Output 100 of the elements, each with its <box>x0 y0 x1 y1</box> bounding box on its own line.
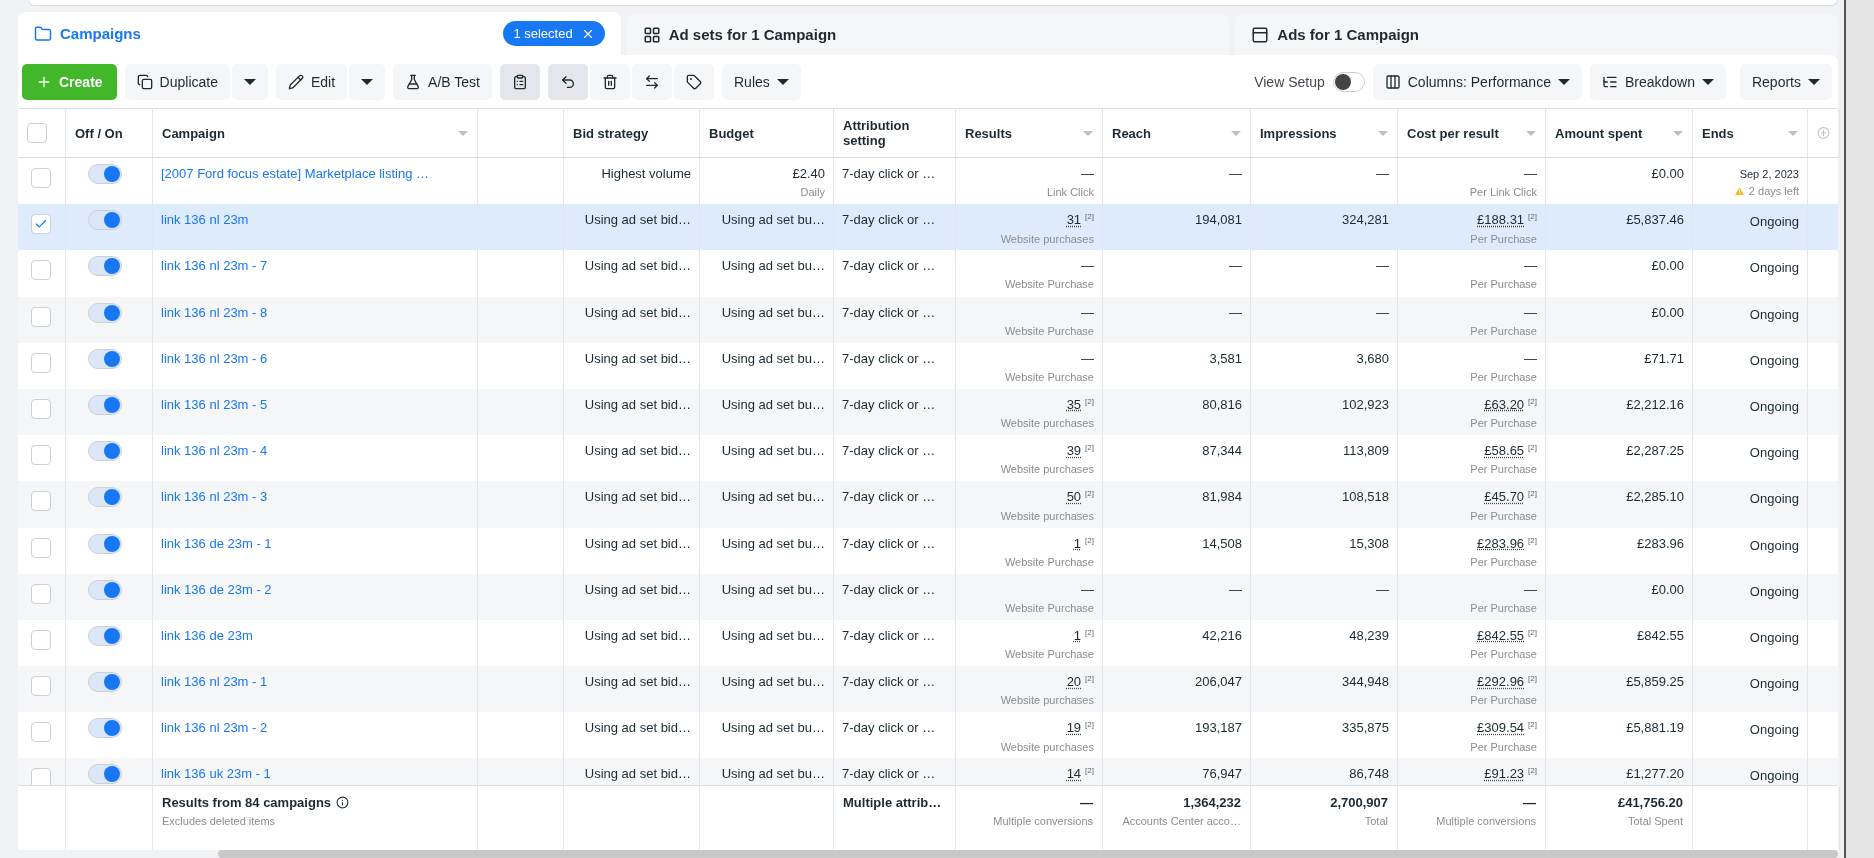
tag-button[interactable] <box>674 64 714 100</box>
checkbox[interactable] <box>31 629 51 650</box>
checkbox[interactable] <box>31 168 51 188</box>
campaign-link[interactable]: link 136 nl 23m - 6 <box>161 350 268 366</box>
campaign-link[interactable]: link 136 nl 23m - 7 <box>161 258 268 274</box>
duplicate-button[interactable]: Duplicate <box>124 64 230 100</box>
column-header[interactable]: Campaign <box>162 125 225 141</box>
reports-button[interactable]: Reports <box>1739 64 1832 100</box>
footnote-marker: [2] <box>1528 766 1537 776</box>
horizontal-scrollbar[interactable] <box>218 850 1838 858</box>
checkbox[interactable] <box>31 306 51 327</box>
campaign-link[interactable]: link 136 de 23m <box>161 627 253 643</box>
metric-value: Using ad set bu… <box>721 535 825 551</box>
undo-button[interactable] <box>548 64 588 100</box>
sort-caret-icon[interactable] <box>1378 130 1388 136</box>
campaign-link[interactable]: link 136 nl 23m - 4 <box>161 443 268 459</box>
checkbox[interactable] <box>27 123 47 143</box>
dropdown-button[interactable] <box>231 64 268 100</box>
campaign-toggle[interactable] <box>88 210 122 231</box>
checkbox[interactable] <box>31 583 51 604</box>
column-header[interactable]: Ends <box>1702 125 1734 141</box>
campaign-toggle[interactable] <box>88 256 122 277</box>
breakdown-button[interactable]: Breakdown <box>1589 64 1726 100</box>
checkbox[interactable] <box>31 537 51 558</box>
sort-caret-icon[interactable] <box>1673 130 1683 136</box>
campaign-link[interactable]: link 136 nl 23m - 2 <box>161 720 268 736</box>
column-header[interactable]: Attribution setting <box>843 118 946 148</box>
campaign-link[interactable]: link 136 de 23m - 1 <box>161 535 272 551</box>
campaign-link[interactable]: link 136 nl 23m - 8 <box>161 304 268 320</box>
campaign-toggle[interactable] <box>88 625 122 646</box>
campaign-link[interactable]: link 136 nl 23m - 5 <box>161 396 268 412</box>
column-header[interactable]: Reach <box>1112 125 1152 141</box>
campaign-toggle[interactable] <box>88 348 122 369</box>
sort-caret-icon[interactable] <box>1083 130 1093 136</box>
footnote-marker: [2] <box>1528 535 1537 545</box>
column-header[interactable]: Budget <box>709 125 754 141</box>
campaign-toggle[interactable] <box>88 164 122 184</box>
summary-value: 1,364,232 <box>1183 795 1241 810</box>
swap-button[interactable] <box>632 64 672 100</box>
column-header[interactable]: Off / On <box>75 125 123 141</box>
campaign-toggle[interactable] <box>88 672 122 693</box>
campaign-toggle[interactable] <box>88 441 122 462</box>
metric-value: — <box>1524 304 1537 320</box>
column-header[interactable]: Results <box>965 125 1012 141</box>
metric-value: Using ad set bu… <box>721 212 825 228</box>
campaign-link[interactable]: link 136 uk 23m - 1 <box>161 766 271 782</box>
column-header[interactable]: Impressions <box>1260 125 1337 141</box>
column-header[interactable]: Bid strategy <box>573 125 649 141</box>
table-cell: Using ad set bid… <box>584 627 691 643</box>
metric-value: £45.70 <box>1484 489 1525 505</box>
checkbox[interactable] <box>31 491 51 512</box>
sort-caret-icon[interactable] <box>458 130 468 136</box>
campaign-toggle[interactable] <box>88 394 122 415</box>
table-cell: £5,859.25 <box>1626 674 1684 690</box>
campaign-toggle[interactable] <box>88 579 122 600</box>
page-scrollbar[interactable] <box>1844 0 1874 858</box>
campaign-toggle[interactable] <box>88 764 122 785</box>
campaign-toggle[interactable] <box>88 487 122 508</box>
checkbox[interactable] <box>31 214 51 235</box>
tab[interactable]: Ad sets for 1 Campaign <box>626 14 1230 55</box>
metric-value: 14 <box>1066 766 1082 782</box>
column-header[interactable]: Cost per result <box>1407 125 1499 141</box>
sort-caret-icon[interactable] <box>1231 130 1241 136</box>
ab-test-button[interactable]: A/B Test <box>393 64 492 100</box>
footnote-marker: [2] <box>1085 674 1094 684</box>
tab[interactable]: Campaigns 1 selected <box>18 12 621 55</box>
campaign-link[interactable]: link 136 nl 23m - 3 <box>161 489 268 505</box>
campaign-toggle[interactable] <box>88 302 122 323</box>
campaign-toggle[interactable] <box>88 718 122 739</box>
table-cell: 7-day click or … <box>842 396 936 412</box>
checkbox[interactable] <box>31 398 51 419</box>
rules-button[interactable]: Rules <box>722 64 801 100</box>
checkbox[interactable] <box>31 722 51 743</box>
checkbox[interactable] <box>31 352 51 373</box>
metric-value: £91.23 <box>1484 766 1525 782</box>
tab[interactable]: Ads for 1 Campaign <box>1235 14 1838 55</box>
column-header[interactable]: Amount spent <box>1555 125 1643 141</box>
selection-badge[interactable]: 1 selected <box>503 21 605 46</box>
metric-value: £842.55 <box>1477 628 1525 644</box>
campaign-link[interactable]: link 136 nl 23m - 1 <box>161 674 268 690</box>
footnote-marker: [2] <box>1528 396 1537 406</box>
clipboard-button[interactable] <box>500 64 540 100</box>
sort-caret-icon[interactable] <box>1526 130 1536 136</box>
table-cell: 7-day click or … <box>842 766 936 782</box>
campaign-link[interactable]: [2007 Ford focus estate] Marketplace listing … <box>161 166 430 181</box>
campaign-toggle[interactable] <box>88 533 122 554</box>
campaign-link[interactable]: link 136 nl 23m <box>161 212 249 228</box>
campaign-link[interactable]: link 136 de 23m - 2 <box>161 581 272 597</box>
copy-icon <box>136 74 153 90</box>
columns-button[interactable]: Columns: Performance <box>1372 64 1582 100</box>
view-setup-toggle[interactable] <box>1332 72 1365 92</box>
checkbox[interactable] <box>31 260 51 281</box>
checkbox[interactable] <box>31 445 51 466</box>
checkbox[interactable] <box>31 768 51 785</box>
table-cell: Using ad set bid… <box>584 581 691 597</box>
edit-button[interactable]: Edit <box>275 64 348 100</box>
dropdown-button[interactable] <box>349 64 386 100</box>
delete-button[interactable] <box>590 64 630 100</box>
sort-caret-icon[interactable] <box>1788 130 1798 136</box>
checkbox[interactable] <box>31 676 51 697</box>
